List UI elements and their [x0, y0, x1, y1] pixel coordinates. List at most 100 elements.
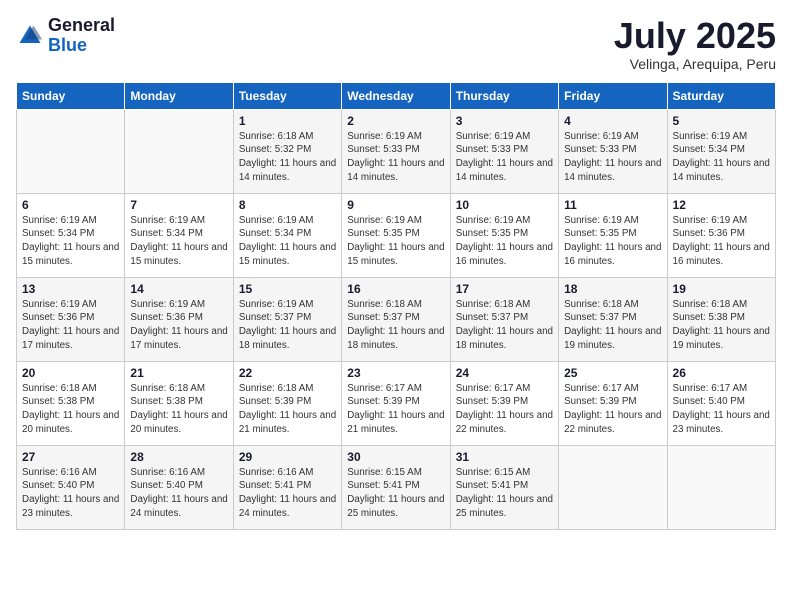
calendar-cell: 4 Sunrise: 6:19 AMSunset: 5:33 PMDaylight… [559, 109, 667, 193]
day-info: Sunrise: 6:19 AMSunset: 5:34 PMDaylight:… [673, 130, 770, 185]
day-number: 24 [456, 366, 553, 380]
day-info: Sunrise: 6:19 AMSunset: 5:36 PMDaylight:… [673, 214, 770, 269]
calendar-cell: 15 Sunrise: 6:19 AMSunset: 5:37 PMDayligh… [233, 277, 341, 361]
day-number: 18 [564, 282, 661, 296]
calendar-cell: 18 Sunrise: 6:18 AMSunset: 5:37 PMDayligh… [559, 277, 667, 361]
logo-icon [16, 22, 44, 50]
day-info: Sunrise: 6:19 AMSunset: 5:37 PMDaylight:… [239, 298, 336, 353]
day-number: 11 [564, 198, 661, 212]
calendar-cell: 9 Sunrise: 6:19 AMSunset: 5:35 PMDaylight… [342, 193, 450, 277]
day-number: 28 [130, 450, 227, 464]
day-info: Sunrise: 6:17 AMSunset: 5:39 PMDaylight:… [347, 382, 444, 437]
day-info: Sunrise: 6:18 AMSunset: 5:38 PMDaylight:… [22, 382, 119, 437]
calendar-cell: 13Sunrise: 6:19 AMSunset: 5:36 PMDayligh… [17, 277, 125, 361]
day-info: Sunrise: 6:19 AMSunset: 5:36 PMDaylight:… [130, 298, 227, 353]
calendar-cell: 6 Sunrise: 6:19 AMSunset: 5:34 PMDaylight… [17, 193, 125, 277]
day-number: 14 [130, 282, 227, 296]
weekday-header: Wednesday [342, 82, 450, 109]
calendar-week-row: 27 Sunrise: 6:16 AMSunset: 5:40 PMDayligh… [17, 445, 776, 529]
day-info: Sunrise: 6:15 AMSunset: 5:41 PMDaylight:… [456, 466, 553, 521]
logo-blue: Blue [48, 36, 115, 56]
day-info: Sunrise: 6:16 AMSunset: 5:40 PMDaylight:… [130, 466, 227, 521]
day-number: 7 [130, 198, 227, 212]
day-info: Sunrise: 6:19 AMSunset: 5:33 PMDaylight:… [564, 130, 661, 185]
day-info: Sunrise: 6:16 AMSunset: 5:41 PMDaylight:… [239, 466, 336, 521]
day-number: 27 [22, 450, 119, 464]
day-info: Sunrise: 6:19 AMSunset: 5:34 PMDaylight:… [130, 214, 227, 269]
calendar-cell: 16 Sunrise: 6:18 AMSunset: 5:37 PMDayligh… [342, 277, 450, 361]
calendar-week-row: 13Sunrise: 6:19 AMSunset: 5:36 PMDayligh… [17, 277, 776, 361]
calendar-week-row: 6 Sunrise: 6:19 AMSunset: 5:34 PMDaylight… [17, 193, 776, 277]
day-info: Sunrise: 6:17 AMSunset: 5:39 PMDaylight:… [564, 382, 661, 437]
day-number: 8 [239, 198, 336, 212]
calendar-cell: 30 Sunrise: 6:15 AMSunset: 5:41 PMDayligh… [342, 445, 450, 529]
day-info: Sunrise: 6:19 AMSunset: 5:34 PMDaylight:… [22, 214, 119, 269]
day-number: 20 [22, 366, 119, 380]
day-info: Sunrise: 6:19 AMSunset: 5:35 PMDaylight:… [347, 214, 444, 269]
calendar-cell: 22 Sunrise: 6:18 AMSunset: 5:39 PMDayligh… [233, 361, 341, 445]
calendar-cell: 2 Sunrise: 6:19 AMSunset: 5:33 PMDaylight… [342, 109, 450, 193]
calendar-cell: 20 Sunrise: 6:18 AMSunset: 5:38 PMDayligh… [17, 361, 125, 445]
calendar-cell: 5 Sunrise: 6:19 AMSunset: 5:34 PMDaylight… [667, 109, 775, 193]
day-number: 30 [347, 450, 444, 464]
day-number: 26 [673, 366, 770, 380]
calendar-cell [17, 109, 125, 193]
day-number: 31 [456, 450, 553, 464]
day-number: 5 [673, 114, 770, 128]
day-info: Sunrise: 6:18 AMSunset: 5:38 PMDaylight:… [673, 298, 770, 353]
day-info: Sunrise: 6:18 AMSunset: 5:37 PMDaylight:… [347, 298, 444, 353]
day-info: Sunrise: 6:19 AMSunset: 5:33 PMDaylight:… [347, 130, 444, 185]
day-info: Sunrise: 6:19 AMSunset: 5:36 PMDaylight:… [22, 298, 119, 353]
calendar-table: SundayMondayTuesdayWednesdayThursdayFrid… [16, 82, 776, 530]
day-number: 2 [347, 114, 444, 128]
calendar-cell: 10 Sunrise: 6:19 AMSunset: 5:35 PMDayligh… [450, 193, 558, 277]
day-info: Sunrise: 6:17 AMSunset: 5:39 PMDaylight:… [456, 382, 553, 437]
day-info: Sunrise: 6:19 AMSunset: 5:34 PMDaylight:… [239, 214, 336, 269]
day-number: 16 [347, 282, 444, 296]
day-info: Sunrise: 6:19 AMSunset: 5:35 PMDaylight:… [564, 214, 661, 269]
day-info: Sunrise: 6:19 AMSunset: 5:35 PMDaylight:… [456, 214, 553, 269]
calendar-cell: 3 Sunrise: 6:19 AMSunset: 5:33 PMDaylight… [450, 109, 558, 193]
logo: General Blue [16, 16, 115, 56]
calendar-cell: 12Sunrise: 6:19 AMSunset: 5:36 PMDayligh… [667, 193, 775, 277]
calendar-week-row: 1 Sunrise: 6:18 AMSunset: 5:32 PMDaylight… [17, 109, 776, 193]
day-number: 9 [347, 198, 444, 212]
day-number: 6 [22, 198, 119, 212]
day-number: 23 [347, 366, 444, 380]
page-header: General Blue July 2025 Velinga, Arequipa… [16, 16, 776, 72]
logo-general: General [48, 16, 115, 36]
day-number: 4 [564, 114, 661, 128]
day-number: 3 [456, 114, 553, 128]
day-number: 15 [239, 282, 336, 296]
weekday-header: Sunday [17, 82, 125, 109]
day-number: 21 [130, 366, 227, 380]
day-number: 1 [239, 114, 336, 128]
logo-text: General Blue [48, 16, 115, 56]
day-info: Sunrise: 6:18 AMSunset: 5:39 PMDaylight:… [239, 382, 336, 437]
day-info: Sunrise: 6:15 AMSunset: 5:41 PMDaylight:… [347, 466, 444, 521]
calendar-week-row: 20 Sunrise: 6:18 AMSunset: 5:38 PMDayligh… [17, 361, 776, 445]
calendar-cell: 29Sunrise: 6:16 AMSunset: 5:41 PMDayligh… [233, 445, 341, 529]
weekday-header-row: SundayMondayTuesdayWednesdayThursdayFrid… [17, 82, 776, 109]
title-block: July 2025 Velinga, Arequipa, Peru [614, 16, 776, 72]
calendar-cell: 14 Sunrise: 6:19 AMSunset: 5:36 PMDayligh… [125, 277, 233, 361]
calendar-cell: 26 Sunrise: 6:17 AMSunset: 5:40 PMDayligh… [667, 361, 775, 445]
day-info: Sunrise: 6:18 AMSunset: 5:32 PMDaylight:… [239, 130, 336, 185]
day-number: 19 [673, 282, 770, 296]
calendar-cell: 23 Sunrise: 6:17 AMSunset: 5:39 PMDayligh… [342, 361, 450, 445]
day-info: Sunrise: 6:19 AMSunset: 5:33 PMDaylight:… [456, 130, 553, 185]
calendar-cell [667, 445, 775, 529]
day-number: 25 [564, 366, 661, 380]
calendar-cell: 24 Sunrise: 6:17 AMSunset: 5:39 PMDayligh… [450, 361, 558, 445]
day-info: Sunrise: 6:17 AMSunset: 5:40 PMDaylight:… [673, 382, 770, 437]
day-number: 22 [239, 366, 336, 380]
calendar-cell: 25 Sunrise: 6:17 AMSunset: 5:39 PMDayligh… [559, 361, 667, 445]
calendar-cell: 1 Sunrise: 6:18 AMSunset: 5:32 PMDaylight… [233, 109, 341, 193]
calendar-cell [559, 445, 667, 529]
day-info: Sunrise: 6:18 AMSunset: 5:37 PMDaylight:… [456, 298, 553, 353]
weekday-header: Friday [559, 82, 667, 109]
calendar-cell: 17Sunrise: 6:18 AMSunset: 5:37 PMDayligh… [450, 277, 558, 361]
weekday-header: Thursday [450, 82, 558, 109]
day-number: 10 [456, 198, 553, 212]
day-info: Sunrise: 6:18 AMSunset: 5:37 PMDaylight:… [564, 298, 661, 353]
